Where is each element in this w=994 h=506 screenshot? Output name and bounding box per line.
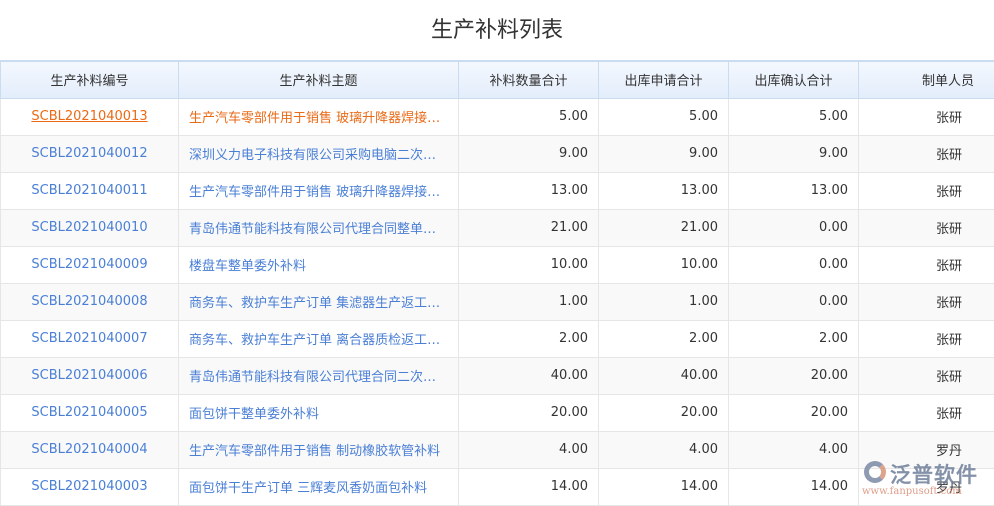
row-request-total: 9.00 — [598, 134, 729, 173]
row-request-total: 5.00 — [598, 97, 729, 136]
row-subject-link[interactable]: 生产汽车零部件用于销售 玻璃升降器焊接补料 — [178, 171, 459, 210]
watermark-url: www.fanpusoft.com — [862, 486, 962, 497]
row-code-link[interactable]: SCBL2021040010 — [0, 208, 179, 247]
row-code-link[interactable]: SCBL2021040003 — [0, 467, 179, 506]
row-creator: 张研 — [858, 282, 994, 321]
table-row[interactable]: SCBL2021040008 商务车、救护车生产订单 集滤器生产返工补料 1.00 1… — [0, 282, 994, 321]
table-row[interactable]: SCBL2021040009 楼盘车整单委外补料 10.00 10.00 0.00 张研 — [0, 245, 994, 284]
row-code-link[interactable]: SCBL2021040007 — [0, 319, 179, 358]
table-row[interactable]: SCBL2021040010 青岛伟通节能科技有限公司代理合同整单补料 21.00 2… — [0, 208, 994, 247]
row-code-link[interactable]: SCBL2021040005 — [0, 393, 179, 432]
row-request-total: 4.00 — [598, 430, 729, 469]
row-creator: 张研 — [858, 208, 994, 247]
row-creator: 张研 — [858, 393, 994, 432]
column-header[interactable]: 生产补料主题 — [178, 60, 459, 99]
row-quantity-total: 9.00 — [458, 134, 599, 173]
row-creator: 张研 — [858, 171, 994, 210]
supplement-table: 生产补料编号 生产补料主题 补料数量合计 出库申请合计 出库确认合计 制单人员 SCBL2… — [0, 60, 994, 506]
row-subject-link[interactable]: 深圳义力电子科技有限公司采购电脑二次补料 — [178, 134, 459, 173]
row-creator: 张研 — [858, 97, 994, 136]
column-header[interactable]: 生产补料编号 — [0, 60, 179, 99]
row-subject-link[interactable]: 商务车、救护车生产订单 集滤器生产返工补料 — [178, 282, 459, 321]
column-header[interactable]: 出库申请合计 — [598, 60, 729, 99]
row-subject-link[interactable]: 楼盘车整单委外补料 — [178, 245, 459, 284]
row-code-link[interactable]: SCBL2021040006 — [0, 356, 179, 395]
watermark-logo: 泛普软件 www.fanpusoft.com — [862, 459, 978, 497]
row-quantity-total: 1.00 — [458, 282, 599, 321]
row-code-link[interactable]: SCBL2021040011 — [0, 171, 179, 210]
row-request-total: 20.00 — [598, 393, 729, 432]
row-request-total: 1.00 — [598, 282, 729, 321]
row-confirm-total: 0.00 — [728, 282, 859, 321]
row-confirm-total: 0.00 — [728, 245, 859, 284]
table-row[interactable]: SCBL2021040005 面包饼干整单委外补料 20.00 20.00 20.00 张… — [0, 393, 994, 432]
row-code-link[interactable]: SCBL2021040004 — [0, 430, 179, 469]
row-request-total: 21.00 — [598, 208, 729, 247]
row-quantity-total: 21.00 — [458, 208, 599, 247]
column-header[interactable]: 出库确认合计 — [728, 60, 859, 99]
table-row[interactable]: SCBL2021040012 深圳义力电子科技有限公司采购电脑二次补料 9.00 9.… — [0, 134, 994, 173]
row-code-link[interactable]: SCBL2021040009 — [0, 245, 179, 284]
row-quantity-total: 5.00 — [458, 97, 599, 136]
table-row[interactable]: SCBL2021040011 生产汽车零部件用于销售 玻璃升降器焊接补料 13.00… — [0, 171, 994, 210]
row-creator: 张研 — [858, 356, 994, 395]
row-code-link[interactable]: SCBL2021040013 — [0, 97, 179, 136]
row-confirm-total: 4.00 — [728, 430, 859, 469]
row-request-total: 2.00 — [598, 319, 729, 358]
row-quantity-total: 40.00 — [458, 356, 599, 395]
row-subject-link[interactable]: 生产汽车零部件用于销售 制动橡胶软管补料 — [178, 430, 459, 469]
row-subject-link[interactable]: 青岛伟通节能科技有限公司代理合同整单补料 — [178, 208, 459, 247]
row-request-total: 10.00 — [598, 245, 729, 284]
row-confirm-total: 20.00 — [728, 356, 859, 395]
row-subject-link[interactable]: 青岛伟通节能科技有限公司代理合同二次补料 — [178, 356, 459, 395]
row-request-total: 13.00 — [598, 171, 729, 210]
row-confirm-total: 14.00 — [728, 467, 859, 506]
table-row[interactable]: SCBL2021040003 面包饼干生产订单 三辉麦风香奶面包补料 14.00 14… — [0, 467, 994, 506]
row-quantity-total: 2.00 — [458, 319, 599, 358]
row-confirm-total: 2.00 — [728, 319, 859, 358]
row-confirm-total: 13.00 — [728, 171, 859, 210]
row-request-total: 14.00 — [598, 467, 729, 506]
row-creator: 张研 — [858, 319, 994, 358]
row-creator: 张研 — [858, 245, 994, 284]
row-confirm-total: 5.00 — [728, 97, 859, 136]
row-confirm-total: 0.00 — [728, 208, 859, 247]
row-quantity-total: 13.00 — [458, 171, 599, 210]
row-code-link[interactable]: SCBL2021040012 — [0, 134, 179, 173]
row-subject-link[interactable]: 商务车、救护车生产订单 离合器质检返工补料 — [178, 319, 459, 358]
row-confirm-total: 20.00 — [728, 393, 859, 432]
row-subject-link[interactable]: 面包饼干生产订单 三辉麦风香奶面包补料 — [178, 467, 459, 506]
table-row[interactable]: SCBL2021040006 青岛伟通节能科技有限公司代理合同二次补料 40.00 4… — [0, 356, 994, 395]
row-quantity-total: 14.00 — [458, 467, 599, 506]
row-subject-link[interactable]: 生产汽车零部件用于销售 玻璃升降器焊接补料 — [178, 97, 459, 136]
row-quantity-total: 10.00 — [458, 245, 599, 284]
row-confirm-total: 9.00 — [728, 134, 859, 173]
page-title: 生产补料列表 — [430, 18, 563, 43]
row-subject-link[interactable]: 面包饼干整单委外补料 — [178, 393, 459, 432]
row-creator: 张研 — [858, 134, 994, 173]
row-quantity-total: 4.00 — [458, 430, 599, 469]
row-code-link[interactable]: SCBL2021040008 — [0, 282, 179, 321]
column-header[interactable]: 补料数量合计 — [458, 60, 599, 99]
row-request-total: 40.00 — [598, 356, 729, 395]
table-row[interactable]: SCBL2021040013 生产汽车零部件用于销售 玻璃升降器焊接补料 5.00 5… — [0, 97, 994, 136]
row-quantity-total: 20.00 — [458, 393, 599, 432]
table-row[interactable]: SCBL2021040004 生产汽车零部件用于销售 制动橡胶软管补料 4.00 4.… — [0, 430, 994, 469]
table-row[interactable]: SCBL2021040007 商务车、救护车生产订单 离合器质检返工补料 2.00 2… — [0, 319, 994, 358]
column-header[interactable]: 制单人员 — [858, 60, 994, 99]
logo-icon — [864, 461, 886, 483]
